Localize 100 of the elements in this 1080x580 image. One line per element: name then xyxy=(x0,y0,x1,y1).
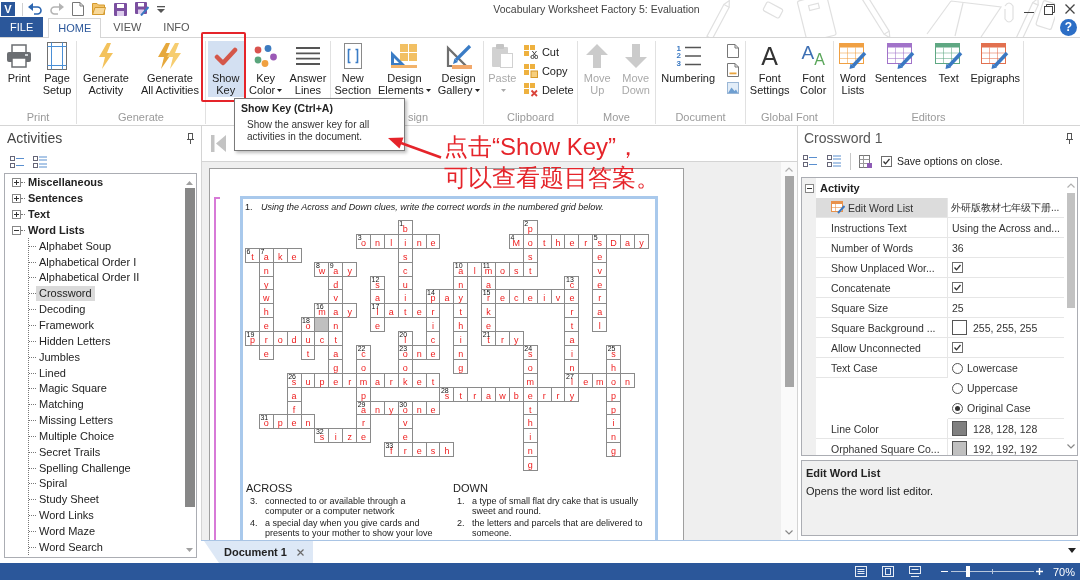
property-label[interactable]: Text Case xyxy=(816,358,948,378)
tree-item[interactable]: Magic Square xyxy=(36,381,110,397)
property-label[interactable]: Show Unplaced Wor... xyxy=(816,258,948,278)
ribbon-button[interactable]: Print xyxy=(1,41,37,86)
scrollbar-thumb[interactable] xyxy=(1066,193,1075,308)
radio-label[interactable]: Uppercase xyxy=(967,382,1018,394)
expand-all-icon[interactable] xyxy=(10,155,24,168)
checkbox-label[interactable]: Save options on close. xyxy=(897,155,1003,167)
tree-item[interactable]: Framework xyxy=(36,318,97,333)
zoom-in-icon[interactable] xyxy=(1035,568,1043,575)
scrollbar-thumb[interactable] xyxy=(184,188,195,507)
pin-icon[interactable] xyxy=(187,132,194,144)
caret-down-icon[interactable] xyxy=(1068,548,1076,553)
ribbon-button[interactable]: Cut xyxy=(520,42,577,61)
page-frame-icon[interactable] xyxy=(881,566,894,577)
close-icon[interactable] xyxy=(1065,4,1075,14)
plus-box-icon[interactable] xyxy=(12,178,21,188)
tree-item[interactable]: Sentences xyxy=(26,191,86,207)
scrollbar-thumb[interactable] xyxy=(784,176,794,387)
alphabetical-icon[interactable] xyxy=(827,155,841,167)
property-label[interactable]: Number of Words xyxy=(816,238,948,258)
ribbon-button[interactable]: Word Lists xyxy=(834,41,871,97)
checkbox[interactable] xyxy=(952,282,963,293)
ribbon-button[interactable]: Key Color xyxy=(247,41,285,97)
ribbon-button[interactable]: Copy xyxy=(520,61,577,80)
property-label[interactable]: Orphaned Square Co... xyxy=(816,439,948,455)
property-label[interactable]: Concatenate xyxy=(816,278,948,298)
checkbox[interactable] xyxy=(881,155,892,167)
property-label[interactable]: Edit Word List xyxy=(816,198,948,218)
categorized-icon[interactable] xyxy=(803,155,817,167)
ribbon-button[interactable]: Generate Activity xyxy=(81,41,131,97)
file-menu-button[interactable]: FILE xyxy=(0,17,44,37)
tree-item[interactable]: Word Search xyxy=(36,539,106,555)
color-value[interactable]: 255, 255, 255 xyxy=(973,321,1038,334)
document-tab[interactable]: Document 1 xyxy=(204,541,313,563)
color-swatch[interactable] xyxy=(952,320,967,335)
tree-item[interactable]: Alphabetical Order I xyxy=(36,254,140,270)
save-icon[interactable] xyxy=(114,2,127,16)
ribbon-button[interactable]: 123 Numbering xyxy=(659,41,718,86)
color-swatch[interactable] xyxy=(952,441,967,455)
property-label[interactable]: Square Background ... xyxy=(816,318,948,338)
zoom-out-icon[interactable] xyxy=(940,570,948,573)
property-label[interactable]: Line Color xyxy=(816,419,948,439)
tree-item[interactable]: Word Lists xyxy=(26,222,87,238)
scroll-down-icon[interactable] xyxy=(1066,444,1075,449)
tree-item[interactable]: Text xyxy=(26,207,52,223)
restore-icon[interactable] xyxy=(1044,3,1055,15)
tree-item[interactable]: Alphabet Soup xyxy=(36,238,115,254)
color-value[interactable]: 192, 192, 192 xyxy=(973,442,1038,455)
plus-box-icon[interactable] xyxy=(12,210,21,220)
property-label[interactable]: Instructions Text xyxy=(816,218,948,238)
collapse-all-icon[interactable] xyxy=(33,155,47,168)
close-icon[interactable] xyxy=(296,548,304,556)
tree-item[interactable]: Word Maze xyxy=(36,524,99,539)
radio-button[interactable] xyxy=(952,382,963,394)
ribbon-button[interactable]: Generate All Activities xyxy=(138,41,201,97)
tree-item[interactable]: Secret Trails xyxy=(36,444,104,460)
minus-box-icon[interactable] xyxy=(12,225,21,235)
undo-icon[interactable] xyxy=(28,3,42,15)
property-label[interactable]: Allow Unconnected xyxy=(816,338,948,358)
tree-item[interactable]: Hidden Letters xyxy=(36,333,114,349)
radio-label[interactable]: Lowercase xyxy=(967,362,1018,374)
ribbon-tab[interactable]: INFO xyxy=(153,17,200,37)
tree-item[interactable]: Study Sheet xyxy=(36,492,102,508)
tree-item[interactable]: Missing Letters xyxy=(36,413,116,429)
minus-box-icon[interactable] xyxy=(804,183,814,193)
color-swatch[interactable] xyxy=(952,421,967,436)
ribbon-button[interactable]: Epigraphs xyxy=(968,41,1023,86)
ribbon-button[interactable]: Design Elements xyxy=(376,41,433,97)
slider-thumb[interactable] xyxy=(965,566,970,577)
radio-label[interactable]: Original Case xyxy=(967,402,1031,414)
scroll-down-icon[interactable] xyxy=(785,530,793,535)
help-button[interactable]: ? xyxy=(1060,18,1077,36)
property-label[interactable]: Square Size xyxy=(816,298,948,318)
tree-item[interactable]: Lined xyxy=(36,365,69,381)
tree-item[interactable]: Spelling Challenge xyxy=(36,460,134,476)
tree-item[interactable]: Matching xyxy=(36,397,87,413)
tree-item[interactable]: Jumbles xyxy=(36,349,83,365)
tree-item[interactable]: Crossword xyxy=(36,286,95,302)
radio-button[interactable] xyxy=(952,402,963,414)
checkbox[interactable] xyxy=(952,262,963,273)
tree-item[interactable]: Decoding xyxy=(36,302,89,318)
checkbox[interactable] xyxy=(952,342,963,353)
new-document-icon[interactable] xyxy=(72,2,84,16)
ribbon-tab[interactable]: HOME xyxy=(48,18,102,38)
ribbon-button[interactable]: New Section xyxy=(332,41,374,97)
ribbon-button[interactable]: A Font Settings xyxy=(747,41,792,97)
scroll-up-icon[interactable] xyxy=(186,181,193,185)
ribbon-button[interactable]: Show Key xyxy=(207,41,244,97)
tree-item[interactable]: Spiral xyxy=(36,476,71,492)
tree-item[interactable]: Alphabetical Order II xyxy=(36,270,143,286)
plus-box-icon[interactable] xyxy=(12,194,21,204)
ribbon-button[interactable]: Answer Lines xyxy=(287,41,329,97)
ribbon-button[interactable]: Design Gallery xyxy=(435,41,482,97)
ribbon-button[interactable]: Text xyxy=(930,41,967,86)
pin-icon[interactable] xyxy=(1066,132,1073,144)
ribbon-button[interactable]: Page Setup xyxy=(39,41,75,97)
color-value[interactable]: 128, 128, 128 xyxy=(973,422,1038,435)
tree-item[interactable]: Multiple Choice xyxy=(36,428,118,444)
scroll-down-icon[interactable] xyxy=(186,548,193,552)
